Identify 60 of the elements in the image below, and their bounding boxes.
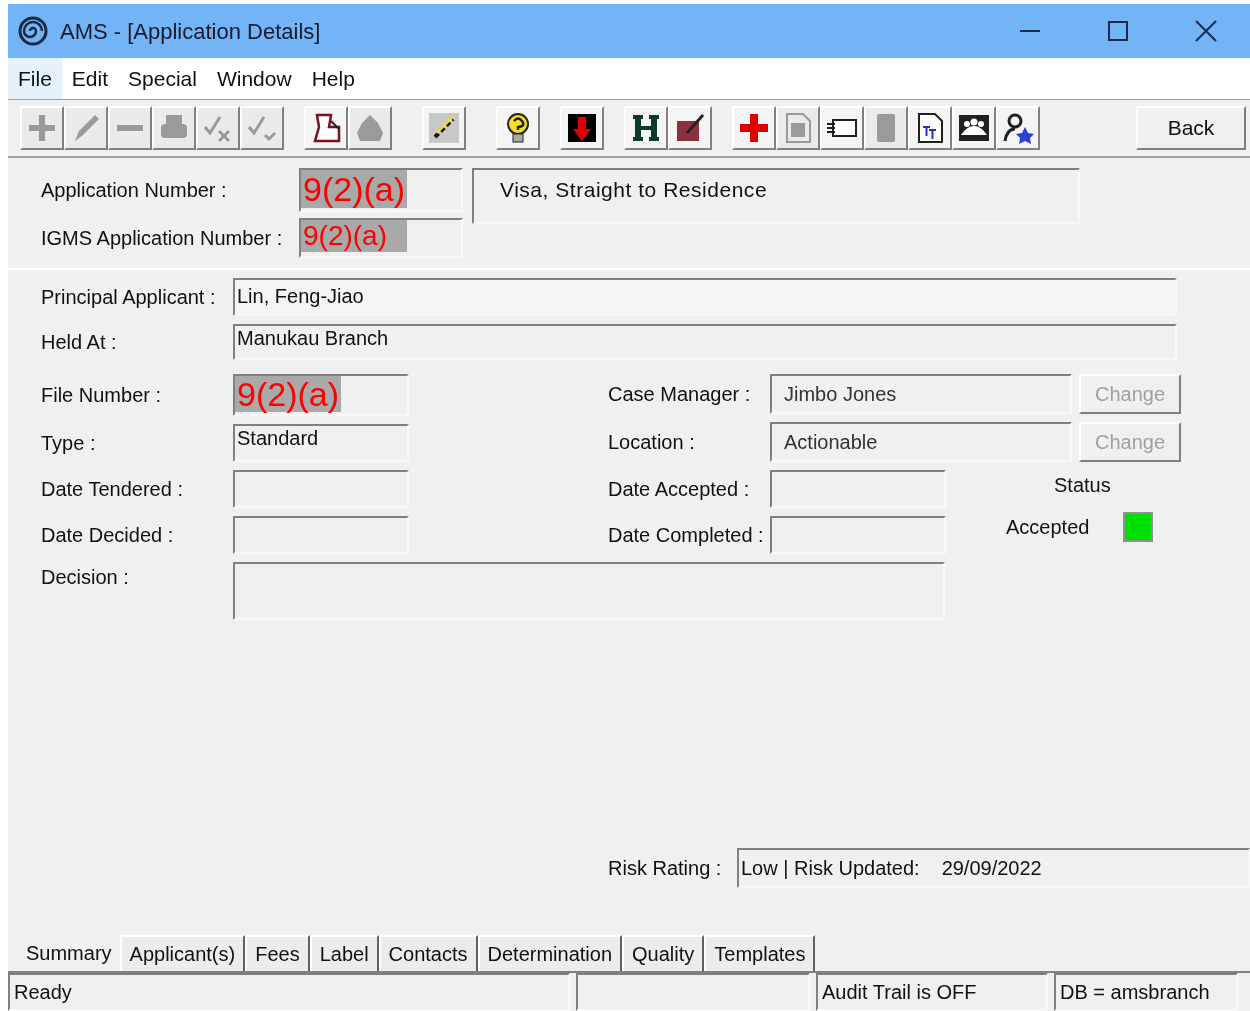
field-label: Case Manager : bbox=[608, 382, 752, 407]
minimize-icon bbox=[1020, 29, 1040, 33]
field-label: Date Completed : bbox=[608, 523, 765, 548]
field-label: Date Decided : bbox=[41, 523, 175, 548]
text-field[interactable]: Manukau Branch bbox=[233, 324, 1177, 360]
maximize-icon bbox=[1108, 21, 1128, 41]
date-field[interactable] bbox=[770, 516, 946, 554]
status-bar-pane: DB = amsbranch bbox=[1054, 973, 1238, 1011]
field-label: Risk Rating : bbox=[608, 856, 723, 881]
toolbar-button[interactable] bbox=[624, 106, 668, 150]
text-field[interactable]: Standard bbox=[233, 424, 409, 462]
field-label: Application Number : bbox=[41, 178, 228, 203]
date-field[interactable] bbox=[770, 470, 946, 508]
toolbar-button[interactable] bbox=[908, 106, 952, 150]
field-label: Date Tendered : bbox=[41, 477, 184, 502]
tab[interactable]: Determination bbox=[477, 935, 623, 971]
toolbar-button[interactable] bbox=[496, 106, 540, 150]
menu-item[interactable]: File bbox=[8, 58, 62, 99]
tab[interactable]: Fees bbox=[245, 935, 310, 971]
toolbar-button[interactable] bbox=[304, 106, 348, 150]
toolbar-button[interactable] bbox=[668, 106, 712, 150]
risk-rating-text: Low | Risk Updated: bbox=[741, 856, 920, 881]
back-button[interactable]: Back bbox=[1136, 106, 1246, 150]
status-bar-pane: Audit Trail is OFF bbox=[816, 973, 1048, 1011]
tab[interactable]: Label bbox=[309, 935, 379, 971]
field-label: Type : bbox=[41, 431, 97, 456]
status-bar-pane: Ready bbox=[8, 973, 570, 1011]
field-label: Date Accepted : bbox=[608, 477, 751, 502]
text-field[interactable]: Lin, Feng-Jiao bbox=[233, 278, 1177, 316]
date-field[interactable] bbox=[233, 516, 409, 554]
down-icon bbox=[565, 111, 599, 145]
tab[interactable]: Applicant(s) bbox=[119, 935, 246, 971]
toolbar-button[interactable] bbox=[952, 106, 996, 150]
tab[interactable]: Quality bbox=[622, 935, 705, 971]
tab[interactable]: Templates bbox=[704, 935, 816, 971]
redaction-label: 9(2)(a) bbox=[235, 376, 342, 412]
cross-icon bbox=[737, 111, 771, 145]
redaction-label: 9(2)(a) bbox=[301, 220, 407, 252]
status-text: Accepted bbox=[1006, 515, 1090, 540]
tab[interactable]: Contacts bbox=[378, 935, 478, 971]
person-icon bbox=[1001, 111, 1035, 145]
toolbar-button[interactable] bbox=[560, 106, 604, 150]
minus-icon bbox=[117, 125, 143, 131]
toolbar-button[interactable] bbox=[996, 106, 1040, 150]
field-label: Held At : bbox=[41, 330, 118, 355]
date-field[interactable] bbox=[233, 470, 409, 508]
field-label: Principal Applicant : bbox=[41, 285, 217, 310]
window-title: AMS - [Application Details] bbox=[60, 17, 321, 46]
field-label: Location : bbox=[608, 430, 696, 455]
redaction-label: 9(2)(a) bbox=[301, 170, 408, 208]
application-type-box: Visa, Straight to Residence bbox=[472, 168, 1080, 224]
toolbar-button[interactable] bbox=[820, 106, 864, 150]
spiral-icon bbox=[18, 16, 48, 46]
risk-updated-date: 29/09/2022 bbox=[941, 856, 1042, 881]
status-heading: Status bbox=[1054, 473, 1112, 498]
field-label: Decision : bbox=[41, 565, 130, 590]
field-label: IGMS Application Number : bbox=[41, 226, 284, 251]
decision-field[interactable] bbox=[233, 562, 945, 620]
field-label: File Number : bbox=[41, 383, 163, 408]
close-icon bbox=[1195, 20, 1217, 42]
